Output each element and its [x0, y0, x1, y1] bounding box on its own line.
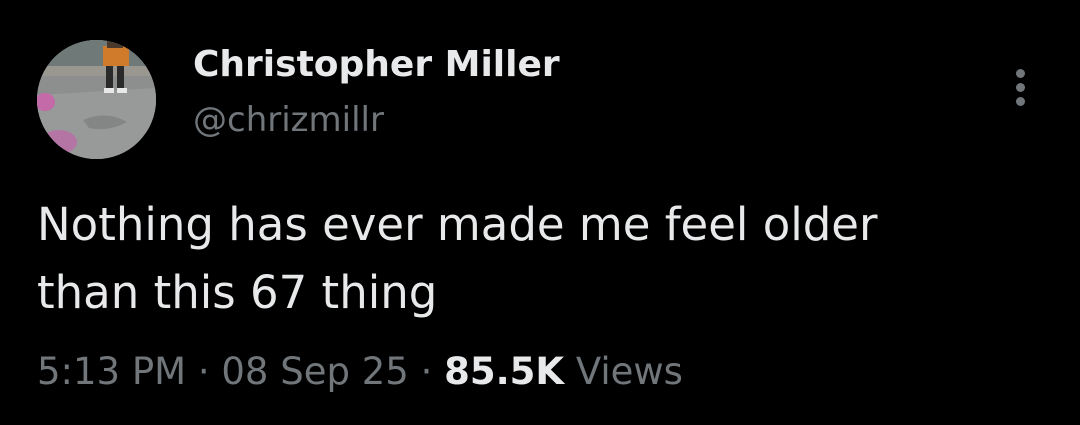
more-options-button[interactable] [1004, 66, 1038, 108]
tweet-text: Nothing has ever made me feel older than… [37, 191, 1037, 327]
tweet-text-line: Nothing has ever made me feel older [37, 198, 878, 251]
tweet-date[interactable]: 08 Sep 25 [221, 350, 408, 393]
more-options-icon-dot [1016, 97, 1025, 106]
meta-separator: · [186, 350, 222, 393]
more-options-icon-dot [1016, 83, 1025, 92]
author-handle[interactable]: @chrizmillr [193, 100, 384, 140]
views-label: Views [564, 350, 683, 393]
more-options-icon [1016, 69, 1025, 78]
meta-separator: · [408, 350, 445, 393]
tweet-meta: 5:13 PM · 08 Sep 25 · 85.5K Views [37, 350, 683, 393]
author-display-name[interactable]: Christopher Miller [193, 44, 560, 85]
avatar[interactable] [37, 40, 156, 159]
avatar-photo-icon [37, 40, 156, 159]
tweet-text-line: than this 67 thing [37, 266, 438, 319]
tweet-card: Christopher Miller @chrizmillr Nothing h… [0, 0, 1080, 425]
views-count[interactable]: 85.5K [444, 350, 564, 393]
tweet-time[interactable]: 5:13 PM [37, 350, 186, 393]
